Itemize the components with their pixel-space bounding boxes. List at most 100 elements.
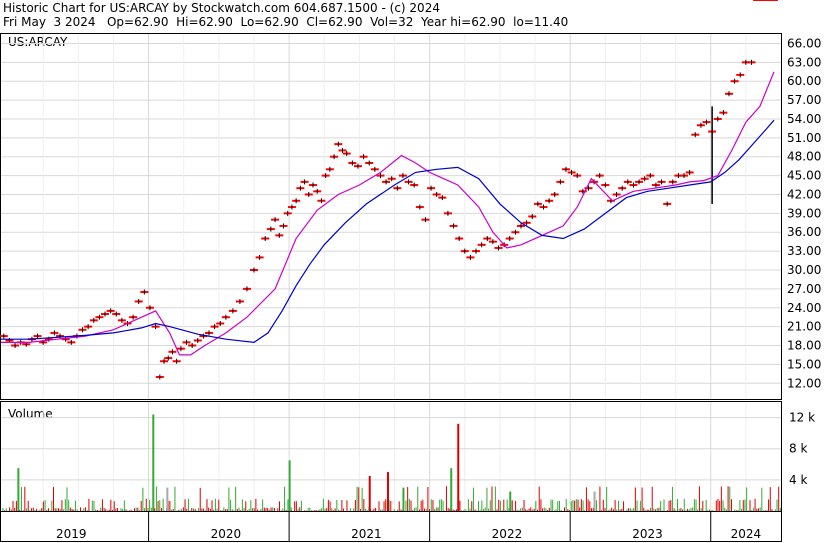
volume-bar [747,510,749,511]
volume-bar [447,508,449,511]
volume-bar [221,510,223,511]
volume-bar [208,507,210,511]
volume-bar [629,508,631,511]
volume-bar [604,508,606,511]
volume-bar [252,508,254,511]
volume-bar [491,486,493,511]
volume-bar [660,501,662,511]
volume-bar [633,508,635,511]
volume-bar [214,498,216,511]
volume-bar [304,510,306,511]
volume-bar [353,508,355,511]
volume-bar [96,509,98,511]
volume-bar [209,508,211,511]
volume-bar [199,487,201,511]
x-axis: 2019 2020 2021 2022 2023 2024 [0,511,782,542]
volume-bar [166,487,169,511]
volume-bar [661,510,663,511]
x-year-label: 2021 [351,527,382,541]
volume-bar [688,509,690,511]
volume-bar [321,508,323,511]
volume-bar [34,510,36,511]
volume-bar [666,510,668,511]
volume-bar [248,508,250,511]
volume-bar [400,509,402,511]
volume-bar [602,499,604,511]
volume-bar [327,499,329,511]
volume-bar [486,487,488,511]
volume-bar [112,509,114,511]
volume-bar [294,501,296,511]
volume-bar [24,486,26,511]
volume-bar [408,498,410,511]
volume-bar [552,499,554,511]
price-y-tick-label: 63.00 [787,55,821,69]
volume-bar [778,486,780,511]
volume-bar [469,508,471,511]
volume-bar [393,509,395,511]
volume-bar [113,501,115,511]
volume-bar [560,509,562,511]
price-y-tick-label: 66.00 [787,36,821,50]
volume-bar [727,486,729,511]
volume-bar [742,500,744,511]
volume-bar [774,509,776,511]
volume-bar [585,487,587,511]
volume-bar [424,508,426,511]
x-year-label: 2022 [492,527,523,541]
volume-bar [144,508,146,511]
volume-bar [484,507,486,511]
volume-bar [496,509,498,511]
volume-bar [545,508,547,511]
volume-bar [607,510,609,511]
volume-bar [63,509,65,511]
volume-bar [44,500,46,511]
volume-bar [356,486,358,511]
volume-bar [137,507,139,511]
volume-bar [715,500,717,511]
price-y-tick-label: 24.00 [787,301,821,315]
volume-bar [752,507,754,511]
volume-bar [297,509,299,511]
volume-bar [194,508,196,511]
volume-bar [614,499,616,511]
volume-bar [300,500,302,511]
volume-bar [538,486,540,511]
volume-bar [290,507,292,511]
volume-bar [651,486,653,511]
volume-bar [250,500,252,511]
volume-bar [56,508,58,511]
volume-bar [378,501,380,511]
volume-bar [368,475,371,511]
volume-bar [226,509,228,511]
volume-bar [540,499,542,511]
volume-bar [434,508,436,511]
volume-bar [110,499,112,511]
volume-bar [641,487,643,511]
volume-bar [442,500,444,511]
price-panel: US:ARCAY 12.00 15.00 18.00 21.00 24.00 27.00 3… [0,0,821,400]
volume-bar [467,499,469,511]
volume-bar [162,498,164,511]
volume-bar [653,508,655,511]
volume-bar [565,499,567,511]
volume-bar [609,509,611,511]
volume-bar [553,510,555,511]
volume-bar [528,508,530,511]
volume-bar [270,507,272,511]
volume-bar [739,500,741,511]
volume-bar [150,507,152,511]
volume-bar [142,487,144,511]
volume-bar [61,500,63,511]
volume-bar [418,509,420,511]
volume-bar [678,508,680,511]
price-y-tick-label: 60.00 [787,74,821,88]
volume-bar [230,499,232,511]
volume-bar [257,509,259,511]
volume-bar [225,509,227,511]
volume-bar [169,500,171,511]
volume-bar [260,508,262,511]
volume-bar [336,499,338,511]
volume-bar [574,500,576,511]
volume-bar [471,501,473,511]
